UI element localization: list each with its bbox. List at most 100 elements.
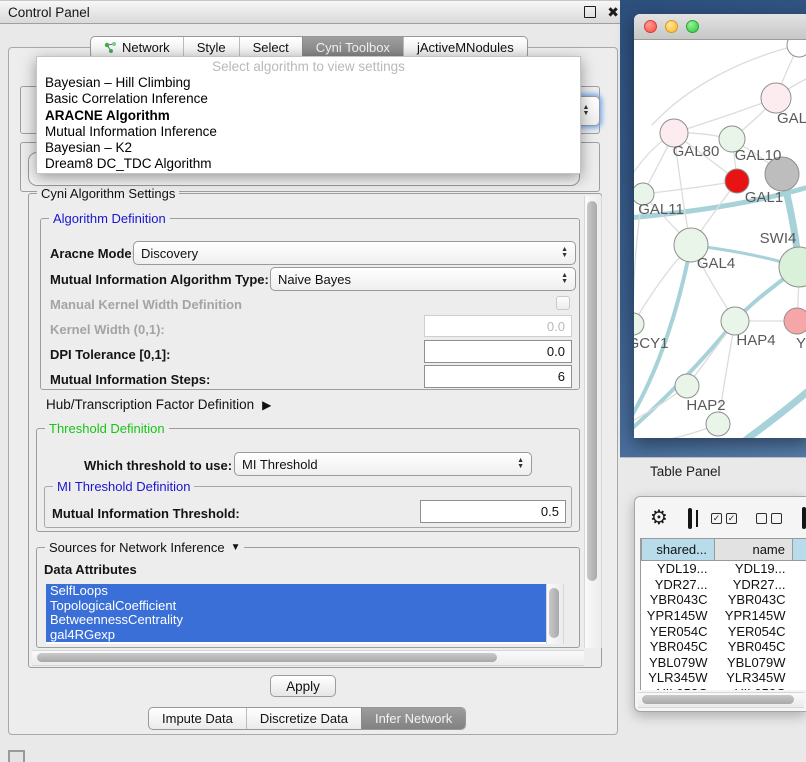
table-row[interactable]: YBR043CYBR043C <box>642 592 806 608</box>
table-column-header[interactable]: A <box>793 539 806 561</box>
table-cell: YER054C <box>715 623 793 639</box>
algorithm-option[interactable]: Mutual Information Inference <box>37 124 580 140</box>
close-icon[interactable]: ✖ <box>607 7 619 17</box>
screen: Control Panel ✖ NetworkStyleSelectCyni T… <box>0 0 806 762</box>
table-cell: YBL079W <box>715 655 793 671</box>
table-cell: 9. <box>793 608 806 624</box>
network-window: GALGAL80GAL10GAL1GAL11SWI4GAL4GCY1HAP4YH… <box>634 14 806 438</box>
table-row[interactable]: YLR345WYLR345W9. <box>642 670 806 686</box>
which-threshold-value: MI Threshold <box>242 457 318 472</box>
tab-label: Infer Network <box>375 711 452 726</box>
algorithm-option[interactable]: Dream8 DC_TDC Algorithm <box>37 156 580 172</box>
table-panel-title: Table Panel <box>650 464 721 479</box>
manual-kernel-checkbox[interactable] <box>556 296 570 310</box>
tab-jactivemnodules[interactable]: jActiveMNodules <box>403 37 527 58</box>
table-row[interactable]: YBL079WYBL079W <box>642 655 806 671</box>
table-column-header[interactable]: shared... <box>642 539 715 561</box>
table-toolbar: ⚙ ✓✓ <box>640 503 806 533</box>
algorithm-option[interactable]: Bayesian – Hill Climbing <box>37 75 580 91</box>
tab-network[interactable]: Network <box>91 37 183 58</box>
network-node-label: GAL11 <box>638 201 684 218</box>
network-node-label: GAL <box>777 110 806 127</box>
table-row[interactable]: YPR145WYPR145W9. <box>642 608 806 624</box>
table-horizontal-scrollbar[interactable] <box>638 692 804 708</box>
kernel-width-label: Kernel Width (0,1): <box>50 322 165 337</box>
table-row[interactable]: YIL052CYIL052C9 <box>642 686 806 690</box>
tab-label: jActiveMNodules <box>417 40 514 55</box>
bottom-tab-bar: Impute DataDiscretize Data Infer Network <box>148 707 466 730</box>
network-node-label: HAP2 <box>686 397 725 414</box>
attributes-vertical-scrollbar[interactable] <box>546 584 564 644</box>
unchecked-checkboxes-icon[interactable] <box>756 513 782 524</box>
tab-infer-network[interactable]: Infer Network <box>361 708 465 729</box>
tab-style[interactable]: Style <box>183 37 239 58</box>
algorithm-option[interactable]: ARACNE Algorithm <box>37 108 580 124</box>
algorithm-option[interactable]: Basic Correlation Inference <box>37 91 580 107</box>
document-icon[interactable] <box>802 507 806 529</box>
network-edge[interactable] <box>643 181 737 194</box>
float-icon[interactable] <box>584 6 596 18</box>
tab-select[interactable]: Select <box>239 37 302 58</box>
network-edge[interactable] <box>730 392 806 438</box>
aracne-mode-combo[interactable]: Discovery ▲▼ <box>133 241 576 265</box>
algorithm-option[interactable]: Bayesian – K2 <box>37 140 580 156</box>
zoom-traffic-light-icon[interactable] <box>686 20 699 33</box>
sources-legend[interactable]: Sources for Network Inference ▼ <box>45 540 244 555</box>
hub-definition-expander[interactable]: Hub/Transcription Factor Definition ▶ <box>46 397 271 412</box>
table-row[interactable]: YER054CYER054C8. <box>642 623 806 639</box>
tab-impute-data[interactable]: Impute Data <box>149 708 246 729</box>
table-row[interactable]: YBR045CYBR045C9. <box>642 639 806 655</box>
data-attribute-item[interactable]: BetweennessCentrality <box>46 613 546 628</box>
data-attribute-item[interactable]: SelfLoops <box>46 584 546 599</box>
kernel-width-field[interactable]: 0.0 <box>424 315 572 337</box>
mi-threshold-field[interactable]: 0.5 <box>420 500 566 523</box>
settings-horizontal-scrollbar[interactable] <box>32 650 584 666</box>
network-node-gal[interactable] <box>761 83 791 113</box>
network-canvas[interactable]: GALGAL80GAL10GAL1GAL11SWI4GAL4GCY1HAP4YH… <box>634 40 806 438</box>
scrollbar-thumb[interactable] <box>587 201 597 581</box>
settings-vertical-scrollbar[interactable] <box>584 196 602 648</box>
network-node-hap2[interactable] <box>675 374 699 398</box>
mi-threshold-label: Mutual Information Threshold: <box>52 506 240 521</box>
table-cell: 13 <box>793 561 806 577</box>
checked-checkboxes-icon[interactable]: ✓✓ <box>711 513 737 524</box>
table-cell: YDL19... <box>642 561 715 577</box>
data-attribute-item[interactable]: TopologicalCoefficient <box>46 599 546 614</box>
network-node-y[interactable] <box>784 308 806 334</box>
docked-panel-icon[interactable] <box>8 750 25 762</box>
network-icon <box>104 41 117 54</box>
aracne-mode-label: Aracne Mode: <box>50 246 136 261</box>
network-node-label: GAL1 <box>745 189 783 206</box>
mi-threshold-definition-legend: MI Threshold Definition <box>53 479 194 494</box>
mi-steps-field[interactable]: 6 <box>424 365 572 388</box>
gear-icon[interactable]: ⚙ <box>650 508 668 528</box>
table-cell: YLR345W <box>715 670 793 686</box>
scrollbar-thumb[interactable] <box>37 653 497 662</box>
network-window-titlebar[interactable] <box>634 14 806 40</box>
table-row[interactable]: YDL19...YDL19...13 <box>642 561 806 577</box>
data-attribute-item[interactable]: gal4RGexp <box>46 628 546 643</box>
close-traffic-light-icon[interactable] <box>644 20 657 33</box>
network-node-hap4[interactable] <box>721 307 749 335</box>
tab-discretize-data[interactable]: Discretize Data <box>246 708 361 729</box>
network-edge[interactable] <box>634 424 718 438</box>
which-threshold-combo[interactable]: MI Threshold ▲▼ <box>234 452 532 476</box>
apply-button[interactable]: Apply <box>270 675 336 697</box>
table-column-header[interactable]: name <box>715 539 793 561</box>
tab-label: Network <box>122 40 170 55</box>
network-node[interactable] <box>787 40 806 57</box>
table-row[interactable]: YDR27...YDR27...12 <box>642 577 806 593</box>
minimize-traffic-light-icon[interactable] <box>665 20 678 33</box>
network-node-gcy1[interactable] <box>634 313 644 335</box>
tab-cyni-toolbox[interactable]: Cyni Toolbox <box>302 37 403 58</box>
network-node[interactable] <box>706 412 730 436</box>
table-cell: YIL052C <box>642 686 715 690</box>
scrollbar-thumb[interactable] <box>549 588 559 638</box>
table-cell: YBR043C <box>715 592 793 608</box>
table-cell: 9 <box>793 686 806 690</box>
split-columns-icon[interactable] <box>688 508 692 529</box>
table-cell: YBR045C <box>642 639 715 655</box>
dpi-tolerance-field[interactable]: 0.0 <box>424 340 572 363</box>
mi-type-combo[interactable]: Naive Bayes ▲▼ <box>270 267 576 291</box>
scrollbar-thumb[interactable] <box>642 695 794 704</box>
